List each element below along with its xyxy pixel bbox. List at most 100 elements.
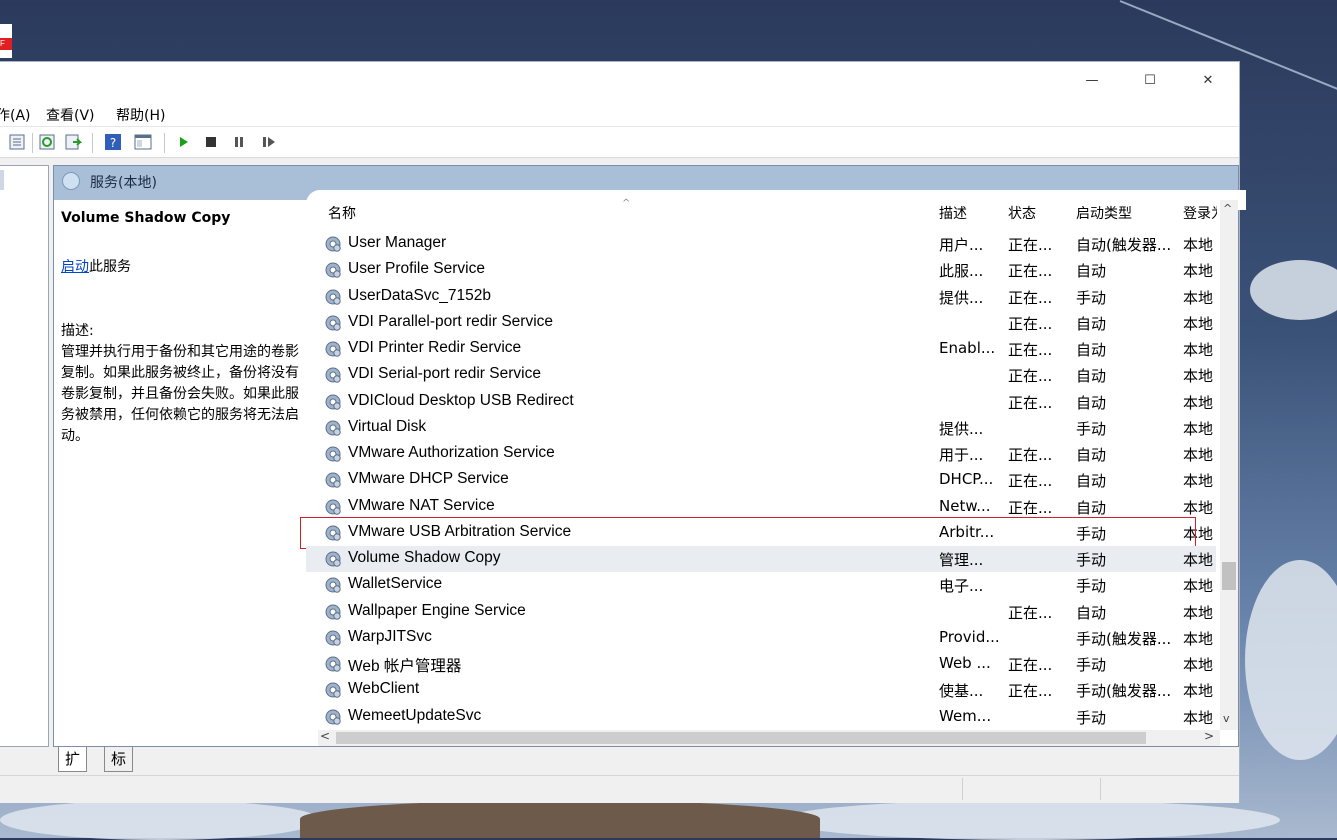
service-name: Web 帐户管理器 [348, 658, 462, 675]
properties-icon[interactable] [8, 133, 26, 151]
service-name: WalletService [348, 575, 443, 593]
horizontal-scroll-thumb[interactable] [336, 732, 1146, 744]
services-list[interactable]: 名称 ^ 描述 状态 启动类型 登录为 User Manager 用户... 正在.… [300, 198, 1238, 746]
service-row[interactable]: Web 帐户管理器 Web ... 正在... 手动 本地 [306, 651, 1216, 677]
service-logon: 本地 [1183, 341, 1214, 359]
service-row[interactable]: VDICloud Desktop USB Redirect 正在... 自动 本地 [306, 389, 1216, 415]
gear-icon [324, 471, 342, 489]
gear-icon [324, 629, 342, 647]
service-logon: 本地 [1183, 498, 1214, 517]
minimize-button[interactable]: — [1063, 62, 1121, 100]
service-status: 正在... [1008, 367, 1053, 386]
stop-service-icon[interactable] [202, 133, 220, 151]
service-name: VMware NAT Service [348, 496, 495, 514]
service-row[interactable]: Wallpaper Engine Service 正在... 自动 本地 [306, 599, 1216, 625]
cloud [1245, 560, 1337, 760]
scroll-left-icon[interactable]: < [320, 729, 330, 743]
service-logon: 本地 [1183, 551, 1214, 569]
service-logon: 本地 [1183, 419, 1214, 438]
menu-action[interactable]: 作(A) [0, 105, 31, 125]
service-row[interactable]: WemeetUpdateSvc Wem... 手动 本地 [306, 704, 1216, 730]
help-icon[interactable]: ? [104, 133, 122, 151]
service-name: Wallpaper Engine Service [348, 601, 526, 619]
gear-icon [324, 235, 342, 253]
vertical-scroll-thumb[interactable] [1222, 562, 1236, 590]
service-row[interactable]: VMware Authorization Service 用于... 正在... 自动… [306, 441, 1216, 467]
service-status: 正在... [1008, 288, 1053, 307]
service-description: 使基... [939, 682, 984, 701]
refresh-icon[interactable] [38, 133, 56, 151]
scroll-up-icon[interactable]: ^ [1223, 202, 1232, 215]
tab-extended[interactable]: 扩展 [58, 747, 88, 792]
gear-icon [324, 681, 342, 699]
service-startup-type: 自动(触发器... [1076, 236, 1172, 254]
toolbar-separator [92, 133, 93, 153]
vertical-scrollbar[interactable]: ^ v [1220, 200, 1238, 730]
service-logon: 本地 [1183, 682, 1214, 701]
menu-view[interactable]: 查看(V) [46, 105, 95, 125]
service-description: DHCP... [939, 470, 994, 489]
maximize-button[interactable]: ☐ [1121, 62, 1179, 100]
column-header-description[interactable]: 描述 [939, 200, 967, 230]
description-text: 管理并执行用于备份和其它用途的卷影复制。如果此服务被终止，备份将没有卷影复制，并… [61, 344, 299, 444]
service-name: Volume Shadow Copy [348, 549, 501, 566]
cloud [780, 800, 1280, 840]
gear-icon [324, 550, 342, 568]
gear-icon [324, 419, 342, 437]
service-row[interactable]: Volume Shadow Copy 管理... 手动 本地 [306, 546, 1216, 572]
service-startup-type: 手动 [1076, 551, 1107, 569]
service-status: 正在... [1008, 603, 1053, 622]
gear-icon [324, 261, 342, 279]
gear-icon [324, 655, 342, 673]
menu-bar: 作(A) 查看(V) 帮助(H) [0, 100, 1239, 127]
service-logon: 本地 [1183, 577, 1214, 596]
service-row[interactable]: User Manager 用户... 正在... 自动(触发器... 本地 [306, 231, 1216, 257]
service-row[interactable]: VDI Serial-port redir Service 正在... 自动 本地 [306, 362, 1216, 388]
description-label: 描述: [61, 323, 94, 339]
console-tree-pane[interactable] [0, 165, 49, 747]
toolbar: ? [0, 127, 1239, 158]
service-description: Netw... [939, 496, 991, 515]
pause-service-icon[interactable] [230, 133, 248, 151]
column-header-status[interactable]: 状态 [1008, 200, 1036, 230]
service-name: User Profile Service [348, 260, 485, 278]
service-name: VDI Parallel-port redir Service [348, 312, 554, 330]
start-service-icon[interactable] [174, 133, 192, 151]
export-list-icon[interactable] [64, 133, 82, 151]
services-window: — ☐ ✕ 作(A) 查看(V) 帮助(H) ? 服务(本地) Volume S… [0, 61, 1246, 803]
service-name: WarpJITSvc [348, 627, 432, 645]
service-description: 管理... [939, 551, 984, 569]
column-header-startup-type[interactable]: 启动类型 [1076, 200, 1132, 230]
service-row[interactable]: VDI Parallel-port redir Service 正在... 自动 本地 [306, 310, 1216, 336]
gear-icon [324, 576, 342, 594]
service-row[interactable]: WarpJITSvc Provid... 手动(触发器... 本地 [306, 625, 1216, 651]
column-header-logon[interactable]: 登录为 [1183, 200, 1217, 230]
close-button[interactable]: ✕ [1179, 62, 1237, 100]
start-service-link[interactable]: 启动 [61, 259, 89, 275]
service-row[interactable]: Virtual Disk 提供... 手动 本地 [306, 415, 1216, 441]
scroll-down-icon[interactable]: v [1223, 712, 1230, 725]
service-name: VDICloud Desktop USB Redirect [348, 391, 574, 409]
tab-standard[interactable]: 标准 [104, 747, 134, 792]
show-hide-console-icon[interactable] [134, 133, 152, 151]
service-row[interactable]: UserDataSvc_7152b 提供... 正在... 手动 本地 [306, 284, 1216, 310]
extended-description-panel: Volume Shadow Copy 启动此服务 描述: 管理并执行用于备份和其… [54, 200, 306, 746]
horizontal-scrollbar[interactable]: < > [318, 729, 1220, 746]
service-row[interactable]: VDI Printer Redir Service Enabl... 正在... 自动… [306, 336, 1216, 362]
restart-service-icon[interactable] [260, 133, 278, 151]
menu-help[interactable]: 帮助(H) [116, 105, 165, 125]
service-row[interactable]: WalletService 电子... 手动 本地 [306, 572, 1216, 598]
service-description: 提供... [939, 419, 984, 438]
service-row[interactable]: WebClient 使基... 正在... 手动(触发器... 本地 [306, 677, 1216, 703]
service-status: 正在... [1008, 393, 1053, 412]
title-bar[interactable]: — ☐ ✕ [0, 62, 1239, 100]
service-startup-type: 手动 [1076, 656, 1107, 674]
gear-icon [324, 603, 342, 621]
service-status: 正在... [1008, 472, 1053, 491]
service-row[interactable]: User Profile Service 此服... 正在... 自动 本地 [306, 257, 1216, 283]
service-row[interactable]: VMware DHCP Service DHCP... 正在... 自动 本地 [306, 467, 1216, 493]
service-startup-type: 手动 [1076, 708, 1107, 727]
service-row[interactable]: VMware NAT Service Netw... 正在... 自动 本地 [306, 494, 1216, 520]
scroll-right-icon[interactable]: > [1204, 729, 1214, 743]
column-header-name[interactable]: 名称 [328, 200, 356, 230]
